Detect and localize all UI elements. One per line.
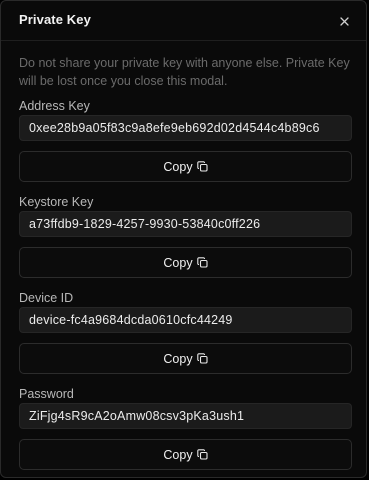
modal-header: Private Key [1,1,366,41]
copy-icon [196,257,208,268]
password-field[interactable]: ZiFjg4sR9cA2oAmw08csv3pKa3ush1 [19,403,352,429]
password-label: Password [19,387,74,401]
password-value: ZiFjg4sR9cA2oAmw08csv3pKa3ush1 [29,409,245,423]
address-key-field[interactable]: 0xee28b9a05f83c9a8efe9eb692d02d4544c4b89… [19,115,352,141]
copy-icon [196,449,208,460]
device-id-value: device-fc4a9684dcda0610cfc44249 [29,313,233,327]
copy-password-button[interactable]: Copy [19,439,352,470]
copy-icon [196,353,208,364]
close-icon [339,16,349,26]
device-id-label: Device ID [19,291,74,305]
device-id-field[interactable]: device-fc4a9684dcda0610cfc44249 [19,307,352,333]
address-key-value: 0xee28b9a05f83c9a8efe9eb692d02d4544c4b89… [29,121,320,135]
modal-title: Private Key [19,12,91,27]
modal-description: Do not share your private key with anyon… [19,56,350,88]
copy-device-id-button[interactable]: Copy [19,343,352,374]
copy-icon [196,161,208,172]
keystore-key-label: Keystore Key [19,195,94,209]
copy-button-label: Copy [163,351,193,366]
copy-button-label: Copy [163,447,193,462]
keystore-key-value: a73ffdb9-1829-4257-9930-53840c0ff226 [29,217,261,231]
private-key-modal: Private Key Do not share your private ke… [0,0,367,478]
address-key-label: Address Key [19,99,90,113]
close-button[interactable] [334,11,354,31]
copy-button-label: Copy [163,255,193,270]
keystore-key-field[interactable]: a73ffdb9-1829-4257-9930-53840c0ff226 [19,211,352,237]
copy-button-label: Copy [163,159,193,174]
copy-address-key-button[interactable]: Copy [19,151,352,182]
copy-keystore-key-button[interactable]: Copy [19,247,352,278]
